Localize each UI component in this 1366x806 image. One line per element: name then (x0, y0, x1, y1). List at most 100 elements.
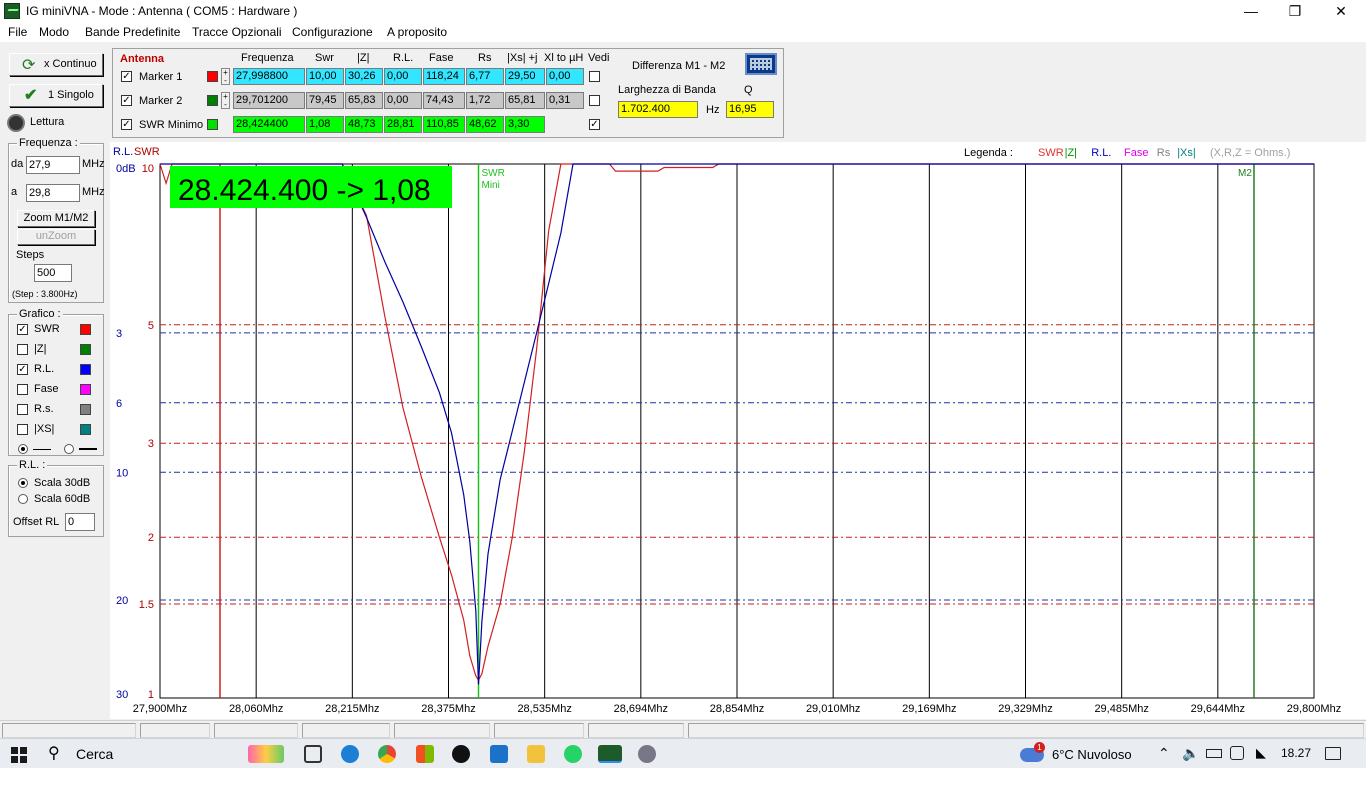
da-mhz-label: MHz (82, 158, 105, 170)
continuo-button[interactable]: ⟳ x Continuo (9, 53, 103, 76)
zoom-m1m2-button[interactable]: Zoom M1/M2 (17, 210, 95, 227)
x-tick-label: 28,854Mhz (710, 703, 764, 715)
da-input[interactable]: 27,9 (26, 156, 80, 174)
search-box[interactable]: ⚲ Cerca (38, 739, 238, 769)
clock[interactable]: 18.27 (1281, 746, 1311, 760)
trace-label: R.s. (34, 403, 54, 415)
trace-color-swatch[interactable] (80, 384, 91, 395)
menu-configurazione[interactable]: Configurazione (292, 25, 373, 39)
close-button[interactable]: ✕ (1318, 0, 1364, 22)
marker-enable-checkbox[interactable]: ✓ (121, 71, 132, 82)
marker-cell: 0,00 (384, 68, 422, 85)
line-thin-radio[interactable] (18, 444, 28, 454)
widget-gift-icon[interactable] (248, 745, 284, 763)
rl-tick-label: 6 (116, 398, 122, 410)
header-fase: Fase (429, 52, 454, 64)
offset-rl-input[interactable]: 0 (65, 513, 95, 531)
trace-checkbox[interactable] (17, 344, 28, 355)
marker-color-swatch[interactable] (207, 71, 218, 82)
marker-spin-icon[interactable]: + - (221, 92, 230, 109)
weather-label[interactable]: 6°C Nuvoloso (1052, 747, 1132, 762)
mail-icon[interactable] (490, 745, 508, 763)
legend-label: Legenda : (964, 147, 1013, 159)
x-tick-label: 29,800Mhz (1287, 703, 1341, 715)
menu-tracce[interactable]: Tracce Opzionali (192, 25, 282, 39)
store-icon[interactable] (416, 745, 434, 763)
status-cell-1 (2, 723, 136, 738)
menu-modo[interactable]: Modo (39, 25, 69, 39)
maximize-button[interactable]: ❐ (1272, 0, 1318, 22)
swr-tick-label: 5 (148, 320, 154, 332)
x-tick-label: 27,900Mhz (133, 703, 187, 715)
app-window: IG miniVNA - Mode : Antenna ( COM5 : Har… (0, 0, 1366, 740)
chrome-icon[interactable] (378, 745, 396, 763)
x-tick-label: 29,485Mhz (1094, 703, 1148, 715)
weather-badge: 1 (1034, 742, 1045, 753)
volume-icon[interactable]: 🔈 (1182, 745, 1199, 762)
notification-icon[interactable] (1325, 747, 1341, 760)
rl-tick-label: 0dB (116, 163, 136, 175)
windows-start-icon[interactable] (11, 747, 27, 763)
marker-name: Marker 1 (139, 71, 183, 83)
marker-cell: 110,85 (423, 116, 465, 133)
marker-enable-checkbox[interactable]: ✓ (121, 119, 132, 130)
hp-icon[interactable] (452, 745, 470, 763)
x-tick-label: 28,694Mhz (614, 703, 668, 715)
trace-checkbox[interactable] (17, 384, 28, 395)
singolo-button[interactable]: ✔ 1 Singolo (9, 84, 103, 107)
marker-vedi-checkbox[interactable]: ✓ (589, 119, 600, 130)
rl-tick-label: 30 (116, 689, 128, 701)
steps-input[interactable]: 500 (34, 264, 72, 282)
thick-line-icon (79, 448, 97, 450)
refresh-icon: ⟳ (22, 57, 36, 74)
chart-area[interactable]: 27,900Mhz 28,060Mhz 28,215Mhz 28,375Mhz 28,5… (110, 142, 1366, 719)
diff-m1m2-label: Differenza M1 - M2 (632, 60, 726, 72)
trace-color-swatch[interactable] (80, 424, 91, 435)
status-cell-5 (394, 723, 490, 738)
trace-color-swatch[interactable] (80, 344, 91, 355)
scala60-label: Scala 60dB (34, 493, 91, 505)
task-view-icon[interactable] (304, 745, 322, 763)
calculator-icon[interactable] (745, 53, 777, 75)
app-taskbar-icon[interactable] (638, 745, 656, 763)
minimize-button[interactable]: — (1228, 0, 1274, 22)
marker-cell: 6,77 (466, 68, 504, 85)
trace-color-swatch[interactable] (80, 364, 91, 375)
trace-checkbox[interactable]: ✓ (17, 324, 28, 335)
battery-icon[interactable] (1206, 749, 1222, 758)
unzoom-button[interactable]: unZoom (17, 229, 95, 245)
menu-a-proposito[interactable]: A proposito (387, 25, 447, 39)
trace-color-swatch[interactable] (80, 324, 91, 335)
app-icon (4, 3, 20, 19)
trace-checkbox[interactable] (17, 404, 28, 415)
chevron-up-icon[interactable]: ⌃ (1158, 745, 1170, 762)
marker-name: Marker 2 (139, 95, 183, 107)
trace-checkbox[interactable]: ✓ (17, 364, 28, 375)
scala60-radio[interactable] (18, 494, 28, 504)
header-xl-uh: Xl to µH (544, 52, 584, 64)
edge-icon[interactable] (341, 745, 359, 763)
file-explorer-icon[interactable] (527, 745, 545, 763)
whatsapp-icon[interactable] (564, 745, 582, 763)
trace-label: Fase (34, 383, 59, 395)
meet-icon[interactable] (1230, 746, 1244, 760)
marker-vedi-checkbox[interactable] (589, 71, 600, 82)
marker-vedi-checkbox[interactable] (589, 95, 600, 106)
miniVNA-taskbar-icon[interactable] (598, 745, 622, 763)
marker-color-swatch[interactable] (207, 119, 218, 130)
marker-enable-checkbox[interactable]: ✓ (121, 95, 132, 106)
scala30-radio[interactable] (18, 478, 28, 488)
menu-bande[interactable]: Bande Predefinite (85, 25, 180, 39)
wifi-icon[interactable]: ◣ (1256, 745, 1266, 761)
a-input[interactable]: 29,8 (26, 184, 80, 202)
line-thick-radio[interactable] (64, 444, 74, 454)
trace-color-swatch[interactable] (80, 404, 91, 415)
marker-spin-icon[interactable]: + - (221, 68, 230, 85)
legend-item: Fase (1124, 147, 1148, 159)
marker-cell: 29,50 (505, 68, 545, 85)
marker-color-swatch[interactable] (207, 95, 218, 106)
menu-file[interactable]: File (8, 25, 27, 39)
search-label: Cerca (76, 746, 114, 762)
marker-cell: 28,81 (384, 116, 422, 133)
trace-checkbox[interactable] (17, 424, 28, 435)
